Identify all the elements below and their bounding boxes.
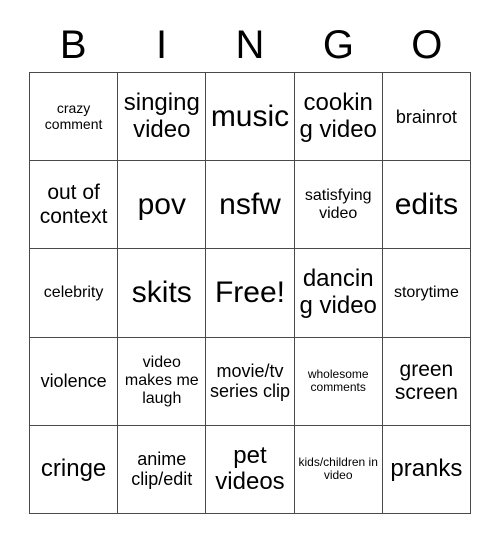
bingo-cell-n5[interactable]: pet videos (206, 425, 295, 514)
bingo-cell-o2[interactable]: edits (382, 161, 471, 250)
bingo-cell-g3[interactable]: dancing video (294, 249, 383, 338)
bingo-card: B I N G O crazy comment singing video mu… (0, 0, 500, 544)
bingo-free-space-label: Free! (214, 276, 285, 310)
bingo-cell-n1[interactable]: music (206, 73, 295, 162)
bingo-cell-label: wholesome comments (307, 366, 369, 395)
bingo-cell-i1[interactable]: singing video (118, 73, 207, 162)
bingo-cell-label: pranks (390, 454, 463, 482)
bingo-cell-label: pet videos (215, 441, 285, 496)
bingo-cell-label: edits (394, 187, 459, 221)
bingo-cell-label: crazy comment (44, 99, 103, 132)
bingo-cell-free-space[interactable]: Free! (206, 249, 295, 338)
bingo-cell-o5[interactable]: pranks (382, 425, 471, 514)
bingo-cell-g2[interactable]: satisfying video (294, 161, 383, 250)
bingo-cell-b4[interactable]: violence (30, 337, 119, 426)
bingo-cell-label: out of context (39, 181, 108, 228)
bingo-header-letter-b: B (59, 23, 87, 67)
bingo-cell-label: music (210, 99, 290, 133)
bingo-cell-o1[interactable]: brainrot (382, 73, 471, 162)
bingo-header-letter-i: I (156, 23, 168, 67)
bingo-header-row: B I N G O (29, 18, 471, 72)
bingo-cell-label: violence (40, 371, 107, 392)
bingo-cell-i4[interactable]: video makes me laugh (118, 337, 207, 426)
bingo-cell-label: storytime (393, 284, 459, 302)
bingo-cell-label: cringe (40, 454, 107, 482)
bingo-cell-label: singing video (123, 88, 200, 143)
bingo-header-letter-n: N (235, 23, 265, 67)
bingo-cell-i5[interactable]: anime clip/edit (118, 425, 207, 514)
bingo-cell-b3[interactable]: celebrity (30, 249, 119, 338)
bingo-cell-label: kids/children in video (298, 454, 378, 483)
bingo-cell-label: cooking video (299, 88, 377, 143)
bingo-cell-n4[interactable]: movie/tv series clip (206, 337, 295, 426)
bingo-grid: crazy comment singing video music cookin… (29, 72, 471, 514)
bingo-cell-i3[interactable]: skits (118, 249, 207, 338)
bingo-cell-label: video makes me laugh (124, 354, 199, 408)
bingo-cell-b2[interactable]: out of context (30, 161, 119, 250)
bingo-cell-b1[interactable]: crazy comment (30, 73, 119, 162)
bingo-cell-o4[interactable]: green screen (382, 337, 471, 426)
bingo-cell-label: anime clip/edit (131, 449, 193, 490)
bingo-cell-n2[interactable]: nsfw (206, 161, 295, 250)
bingo-header-letter-o: O (411, 23, 443, 67)
bingo-cell-o3[interactable]: storytime (382, 249, 471, 338)
bingo-header-letter-g: G (322, 23, 354, 67)
bingo-cell-label: brainrot (395, 106, 457, 127)
bingo-cell-g4[interactable]: wholesome comments (294, 337, 383, 426)
bingo-cell-g5[interactable]: kids/children in video (294, 425, 383, 514)
bingo-cell-label: satisfying video (304, 186, 372, 222)
bingo-cell-label: celebrity (43, 284, 104, 302)
bingo-cell-label: skits (131, 276, 192, 310)
bingo-cell-label: dancing video (299, 265, 377, 319)
bingo-cell-b5[interactable]: cringe (30, 425, 119, 514)
bingo-cell-label: nsfw (219, 187, 281, 221)
bingo-cell-label: movie/tv series clip (209, 361, 290, 402)
bingo-cell-g1[interactable]: cooking video (294, 73, 383, 162)
bingo-cell-label: green screen (394, 357, 458, 405)
bingo-cell-label: pov (137, 187, 186, 221)
bingo-cell-i2[interactable]: pov (118, 161, 207, 250)
